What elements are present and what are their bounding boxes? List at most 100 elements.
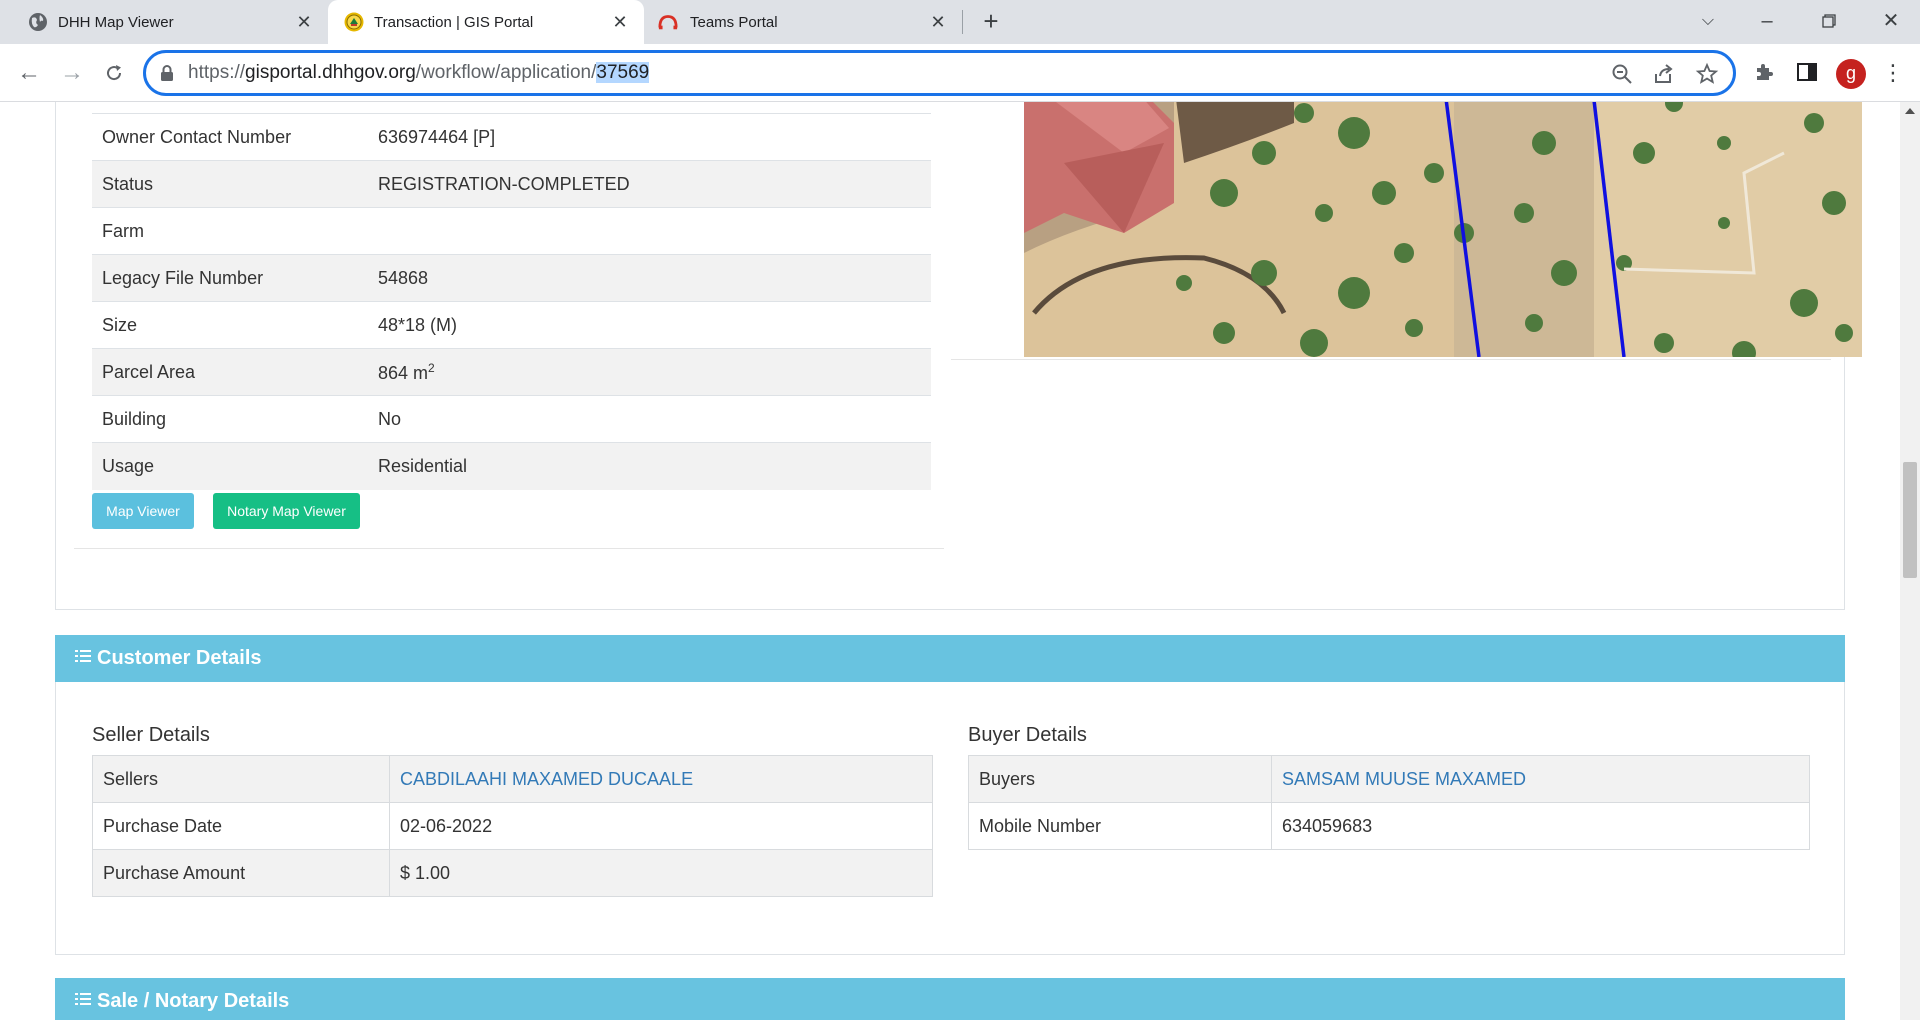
profile-avatar[interactable]: g (1836, 59, 1866, 89)
tab-title: Teams Portal (690, 14, 778, 31)
page-content: Owner Contact Number 636974464 [P] Statu… (0, 102, 1900, 1020)
tab-strip: DHH Map Viewer ✕ Transaction | GIS Porta… (0, 0, 1920, 44)
tab-dhh-map-viewer[interactable]: DHH Map Viewer ✕ (0, 0, 328, 44)
customer-details-panel: Seller Details Sellers CABDILAAHI MAXAME… (55, 682, 1845, 955)
tab-separator (962, 10, 963, 34)
row-label: Size (92, 301, 368, 349)
row-value: 864 m2 (368, 348, 931, 396)
chrome-menu-icon[interactable]: ⋮ (1878, 58, 1908, 88)
row-value (368, 207, 931, 255)
notary-map-viewer-button[interactable]: Notary Map Viewer (213, 493, 360, 529)
row-value: 54868 (368, 254, 931, 302)
reload-icon (107, 65, 122, 81)
seller-table: Sellers CABDILAAHI MAXAMED DUCAALE Purch… (92, 755, 933, 897)
close-tab-icon[interactable]: ✕ (926, 10, 950, 34)
share-icon[interactable] (1652, 62, 1676, 86)
bookmark-star-icon[interactable] (1695, 62, 1719, 86)
side-panel-icon[interactable] (1795, 60, 1819, 84)
table-row: Purchase Date 02-06-2022 (92, 802, 933, 850)
area-value: 864 m (378, 362, 429, 383)
page-scrollbar[interactable] (1900, 102, 1920, 1020)
globe-icon (29, 13, 47, 31)
row-label: Purchase Date (92, 802, 390, 850)
map-viewer-button[interactable]: Map Viewer (92, 493, 194, 529)
divider (951, 359, 1831, 360)
forward-button[interactable]: → (57, 58, 87, 88)
tab-title: DHH Map Viewer (58, 14, 174, 31)
divider (74, 548, 944, 549)
row-label: Owner Contact Number (92, 113, 368, 161)
mobile-number-value: 634059683 (1271, 802, 1810, 850)
sale-notary-details-heading: Sale / Notary Details (55, 978, 1845, 1020)
zoom-icon[interactable] (1610, 62, 1634, 86)
address-bar[interactable]: https://gisportal.dhhgov.org/workflow/ap… (143, 50, 1736, 96)
tab-search-chevron-icon[interactable]: ⌵ (1693, 6, 1723, 36)
purchase-amount-value: $ 1.00 (389, 849, 933, 897)
table-row: Status REGISTRATION-COMPLETED (92, 160, 931, 208)
row-label: Building (92, 395, 368, 443)
list-icon (75, 650, 91, 662)
seller-name-link[interactable]: CABDILAAHI MAXAMED DUCAALE (389, 755, 933, 803)
new-tab-button[interactable]: + (978, 8, 1004, 35)
row-value: 636974464 [P] (368, 113, 931, 161)
table-row: Sellers CABDILAAHI MAXAMED DUCAALE (92, 755, 933, 803)
close-tab-icon[interactable]: ✕ (292, 10, 316, 34)
row-label: Status (92, 160, 368, 208)
row-value: Residential (368, 442, 931, 490)
url-text[interactable]: https://gisportal.dhhgov.org/workflow/ap… (188, 62, 650, 84)
scroll-up-arrow-icon[interactable] (1905, 108, 1915, 114)
row-label: Usage (92, 442, 368, 490)
table-row: Usage Residential (92, 442, 931, 490)
customer-details-heading: Customer Details (55, 635, 1845, 683)
area-unit-exponent: 2 (428, 360, 435, 375)
row-label: Parcel Area (92, 348, 368, 396)
table-row: Legacy File Number 54868 (92, 254, 931, 302)
close-window-button[interactable]: ✕ (1876, 6, 1906, 36)
scrollbar-thumb[interactable] (1903, 462, 1917, 578)
purchase-date-value: 02-06-2022 (389, 802, 933, 850)
row-label: Legacy File Number (92, 254, 368, 302)
parcel-details-panel: Owner Contact Number 636974464 [P] Statu… (55, 102, 1862, 610)
seller-details-title: Seller Details (92, 724, 210, 746)
table-row: Purchase Amount $ 1.00 (92, 849, 933, 897)
reload-button[interactable] (99, 58, 129, 88)
table-row: Buyers SAMSAM MUUSE MAXAMED (968, 755, 1810, 803)
restore-icon (1822, 14, 1836, 28)
list-icon (75, 993, 91, 1005)
minimize-button[interactable]: – (1752, 6, 1782, 36)
back-button[interactable]: ← (14, 58, 44, 88)
url-scheme: https:// (188, 62, 246, 83)
panel-title: Sale / Notary Details (97, 990, 290, 1012)
emblem-icon (344, 12, 364, 32)
close-tab-icon[interactable]: ✕ (608, 10, 632, 34)
restore-button[interactable] (1814, 6, 1844, 36)
url-host: gisportal.dhhgov.org (245, 62, 416, 83)
table-row: Building No (92, 395, 931, 443)
teams-portal-icon (658, 15, 678, 30)
row-label: Purchase Amount (92, 849, 390, 897)
row-label: Buyers (968, 755, 1272, 803)
row-value: 48*18 (M) (368, 301, 931, 349)
tab-transaction-gis-portal[interactable]: Transaction | GIS Portal ✕ (328, 0, 644, 44)
row-label: Mobile Number (968, 802, 1272, 850)
row-label: Sellers (92, 755, 390, 803)
table-row: Mobile Number 634059683 (968, 802, 1810, 850)
browser-toolbar: ← → https://gisportal.dhhgov.org/workflo… (0, 44, 1920, 102)
status-value: REGISTRATION-COMPLETED (368, 160, 931, 208)
row-label: Farm (92, 207, 368, 255)
extensions-icon[interactable] (1752, 60, 1776, 84)
tab-title: Transaction | GIS Portal (374, 14, 534, 31)
buyer-table: Buyers SAMSAM MUUSE MAXAMED Mobile Numbe… (968, 755, 1810, 850)
lock-icon[interactable] (160, 64, 174, 82)
buyer-name-link[interactable]: SAMSAM MUUSE MAXAMED (1271, 755, 1810, 803)
table-row: Farm (92, 207, 931, 255)
buyer-details-title: Buyer Details (968, 724, 1087, 746)
row-value: No (368, 395, 931, 443)
table-row: Owner Contact Number 636974464 [P] (92, 113, 931, 161)
url-selected-text: 37569 (596, 62, 650, 83)
parcel-aerial-image (1024, 102, 1862, 357)
tab-teams-portal[interactable]: Teams Portal ✕ (644, 0, 962, 44)
table-row: Parcel Area 864 m2 (92, 348, 931, 396)
url-path: /workflow/application/ (415, 62, 597, 83)
table-row: Size 48*18 (M) (92, 301, 931, 349)
